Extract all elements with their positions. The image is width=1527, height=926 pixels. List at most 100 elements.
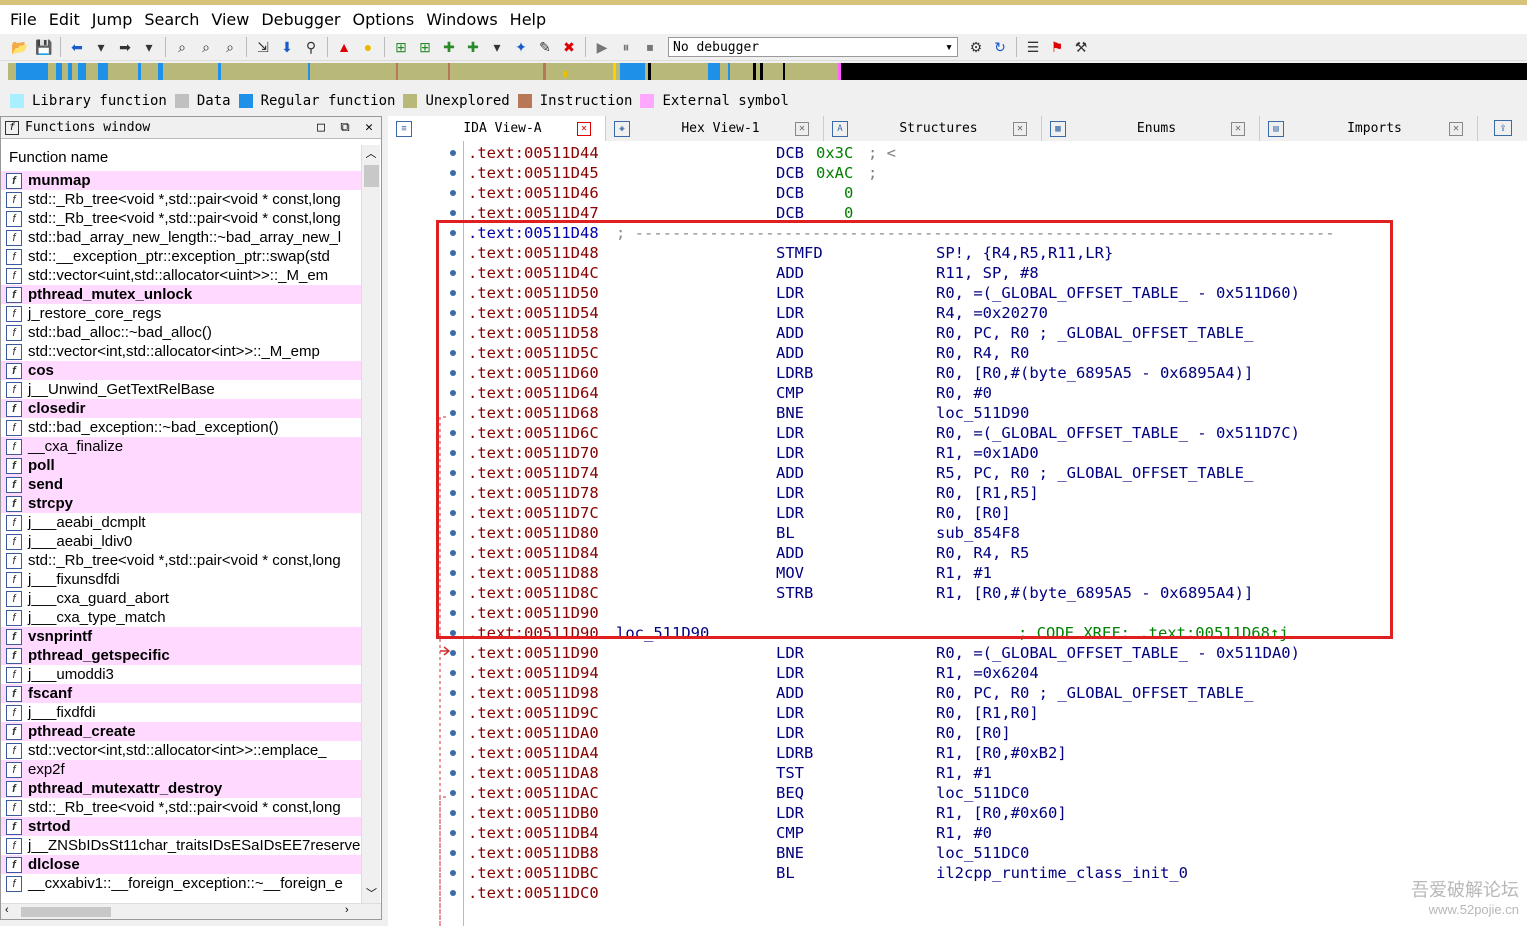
close-tab-icon[interactable]: ✕: [1231, 121, 1245, 136]
function-list-item[interactable]: f poll: [1, 456, 361, 475]
function-list-item[interactable]: f __cxxabiv1::__foreign_exception::~__for…: [1, 874, 361, 893]
back-icon[interactable]: ⬅: [67, 37, 87, 57]
disasm-line[interactable]: .text:00511D5C ADD R0, R4, R0: [468, 343, 1508, 363]
function-list-item[interactable]: f pthread_mutex_unlock: [1, 285, 361, 304]
save-icon[interactable]: 💾: [34, 37, 54, 57]
scrollbar-thumb[interactable]: [21, 907, 111, 917]
menu-file[interactable]: File: [4, 10, 43, 29]
menu-options[interactable]: Options: [347, 10, 421, 29]
disasm-line[interactable]: .text:00511DA0 LDR R0, [R0]: [468, 723, 1508, 743]
scroll-left-icon[interactable]: ‹: [5, 904, 9, 916]
minimize-icon[interactable]: □: [309, 120, 333, 135]
scroll-down-icon[interactable]: ﹀: [362, 885, 381, 901]
close-tab-icon[interactable]: ✕: [795, 121, 809, 136]
debugger-select[interactable]: No debugger ▾: [668, 37, 958, 57]
function-list-item[interactable]: f std::__exception_ptr::exception_ptr::sw…: [1, 247, 361, 266]
function-list-item[interactable]: f send: [1, 475, 361, 494]
disasm-line[interactable]: .text:00511DAC BEQ loc_511DC0: [468, 783, 1508, 803]
function-list-item[interactable]: f j___fixdfdi: [1, 703, 361, 722]
horizontal-scrollbar[interactable]: ‹ ›: [1, 903, 381, 919]
close-tab-icon[interactable]: ✕: [577, 121, 591, 136]
create-data-icon[interactable]: ⊞: [415, 37, 435, 57]
disasm-line[interactable]: .text:00511DA8 TST R1, #1: [468, 763, 1508, 783]
menu-view[interactable]: View: [205, 10, 255, 29]
dropdown-arrow-icon[interactable]: ▾: [91, 37, 111, 57]
disasm-line[interactable]: .text:00511D6C LDR R0, =(_GLOBAL_OFFSET_TA…: [468, 423, 1508, 443]
function-list-item[interactable]: f pthread_mutexattr_destroy: [1, 779, 361, 798]
tab-enums[interactable]: ▦ Enums ✕: [1042, 116, 1260, 141]
disasm-line[interactable]: .text:00511D94 LDR R1, =0x6204: [468, 663, 1508, 683]
function-list-item[interactable]: f pthread_getspecific: [1, 646, 361, 665]
function-list-item[interactable]: f j__ZNSbIDsSt11char_traitsIDsESaIDsEE7re…: [1, 836, 361, 855]
menu-help[interactable]: Help: [504, 10, 552, 29]
add-dropdown-icon[interactable]: ✚: [463, 37, 483, 57]
disasm-line[interactable]: .text:00511D4C ADD R11, SP, #8: [468, 263, 1508, 283]
tab-ida-view-a[interactable]: ≡ IDA View-A ✕: [388, 116, 606, 141]
function-list-item[interactable]: f j__Unwind_GetTextRelBase: [1, 380, 361, 399]
warning-icon[interactable]: ▲: [334, 37, 354, 57]
close-tab-icon[interactable]: ✕: [1449, 121, 1463, 136]
search-binary-icon[interactable]: ⌕: [172, 37, 192, 57]
scroll-up-icon[interactable]: ︿: [362, 145, 380, 161]
function-list-item[interactable]: f strtod: [1, 817, 361, 836]
vertical-scrollbar[interactable]: ︿ ﹀: [361, 145, 380, 903]
menu-edit[interactable]: Edit: [43, 10, 86, 29]
function-list-item[interactable]: f std::vector<uint,std::allocator<uint>>:…: [1, 266, 361, 285]
function-list-item[interactable]: f std::vector<int,std::allocator<int>>::_…: [1, 342, 361, 361]
jump-icon[interactable]: ⇲: [253, 37, 273, 57]
disasm-line[interactable]: .text:00511DBC BL il2cpp_runtime_class_ini…: [468, 863, 1508, 883]
disasm-line[interactable]: .text:00511D54 LDR R4, =0x20270: [468, 303, 1508, 323]
function-list-item[interactable]: f munmap: [1, 171, 361, 190]
add-icon[interactable]: ✚: [439, 37, 459, 57]
disasm-line[interactable]: .text:00511D64 CMP R0, #0: [468, 383, 1508, 403]
function-list-item[interactable]: f j___cxa_guard_abort: [1, 589, 361, 608]
disasm-line[interactable]: .text:00511DB8 BNE loc_511DC0: [468, 843, 1508, 863]
breakpoint-icon[interactable]: ⚑: [1047, 37, 1067, 57]
forward-icon[interactable]: ➡: [115, 37, 135, 57]
exports-icon[interactable]: ⇪: [1494, 120, 1512, 136]
scrollbar-thumb[interactable]: [364, 165, 379, 187]
disasm-line[interactable]: .text:00511D98 ADD R0, PC, R0 ; _GLOBAL_OF…: [468, 683, 1508, 703]
disasm-line[interactable]: .text:00511D46 DCB 0: [468, 183, 1508, 203]
function-list-item[interactable]: f std::vector<int,std::allocator<int>>::e…: [1, 741, 361, 760]
disasm-line[interactable]: .text:00511D58 ADD R0, PC, R0 ; _GLOBAL_OF…: [468, 323, 1508, 343]
menu-debugger[interactable]: Debugger: [255, 10, 346, 29]
disasm-line[interactable]: .text:00511DC0: [468, 883, 1508, 903]
disasm-line[interactable]: .text:00511D47 DCB 0: [468, 203, 1508, 223]
function-list-item[interactable]: f cos: [1, 361, 361, 380]
function-list-item[interactable]: f std::_Rb_tree<void *,std::pair<void * c…: [1, 551, 361, 570]
disasm-line[interactable]: .text:00511D68 BNE loc_511D90: [468, 403, 1508, 423]
float-icon[interactable]: ⧉: [333, 120, 357, 135]
disassembly-view[interactable]: .text:00511D44 DCB 0x3C ; < .text:00511D45 DC…: [388, 141, 1527, 926]
disasm-line[interactable]: .text:00511D70 LDR R1, =0x1AD0: [468, 443, 1508, 463]
function-list-item[interactable]: f vsnprintf: [1, 627, 361, 646]
function-list-item[interactable]: f pthread_create: [1, 722, 361, 741]
dropdown-arrow-icon[interactable]: ▾: [487, 37, 507, 57]
close-icon[interactable]: ✕: [357, 120, 381, 135]
disasm-line[interactable]: .text:00511D50 LDR R0, =(_GLOBAL_OFFSET_TA…: [468, 283, 1508, 303]
disasm-line[interactable]: .text:00511D74 ADD R5, PC, R0 ; _GLOBAL_OF…: [468, 463, 1508, 483]
play-icon[interactable]: ▶: [592, 37, 612, 57]
xref-icon[interactable]: ⚲: [301, 37, 321, 57]
disasm-line[interactable]: .text:00511D80 BL sub_854F8: [468, 523, 1508, 543]
menu-windows[interactable]: Windows: [420, 10, 503, 29]
menu-jump[interactable]: Jump: [86, 10, 139, 29]
disasm-line[interactable]: .text:00511D84 ADD R0, R4, R5: [468, 543, 1508, 563]
function-list-item[interactable]: f __cxa_finalize: [1, 437, 361, 456]
function-list-item[interactable]: f std::bad_alloc::~bad_alloc(): [1, 323, 361, 342]
disasm-line[interactable]: .text:00511D88 MOV R1, #1: [468, 563, 1508, 583]
function-list-item[interactable]: f fscanf: [1, 684, 361, 703]
function-list-item[interactable]: f exp2f: [1, 760, 361, 779]
function-list-item[interactable]: f dlclose: [1, 855, 361, 874]
function-list-item[interactable]: f std::_Rb_tree<void *,std::pair<void * c…: [1, 798, 361, 817]
dropdown-arrow-icon[interactable]: ▾: [139, 37, 159, 57]
open-icon[interactable]: 📂: [10, 37, 30, 57]
tab-hex-view-1[interactable]: ◈ Hex View-1 ✕: [606, 116, 824, 141]
disassembly-listing[interactable]: .text:00511D44 DCB 0x3C ; < .text:00511D45 DC…: [468, 143, 1508, 903]
disasm-line[interactable]: .text:00511D78 LDR R0, [R1,R5]: [468, 483, 1508, 503]
edit-icon[interactable]: ✎: [535, 37, 555, 57]
scroll-right-icon[interactable]: ›: [345, 904, 349, 916]
function-list[interactable]: f munmapf std::_Rb_tree<void *,std::pair<v…: [1, 171, 361, 901]
disasm-line[interactable]: .text:00511DB0 LDR R1, [R0,#0x60]: [468, 803, 1508, 823]
disasm-line[interactable]: .text:00511D9C LDR R0, [R1,R0]: [468, 703, 1508, 723]
